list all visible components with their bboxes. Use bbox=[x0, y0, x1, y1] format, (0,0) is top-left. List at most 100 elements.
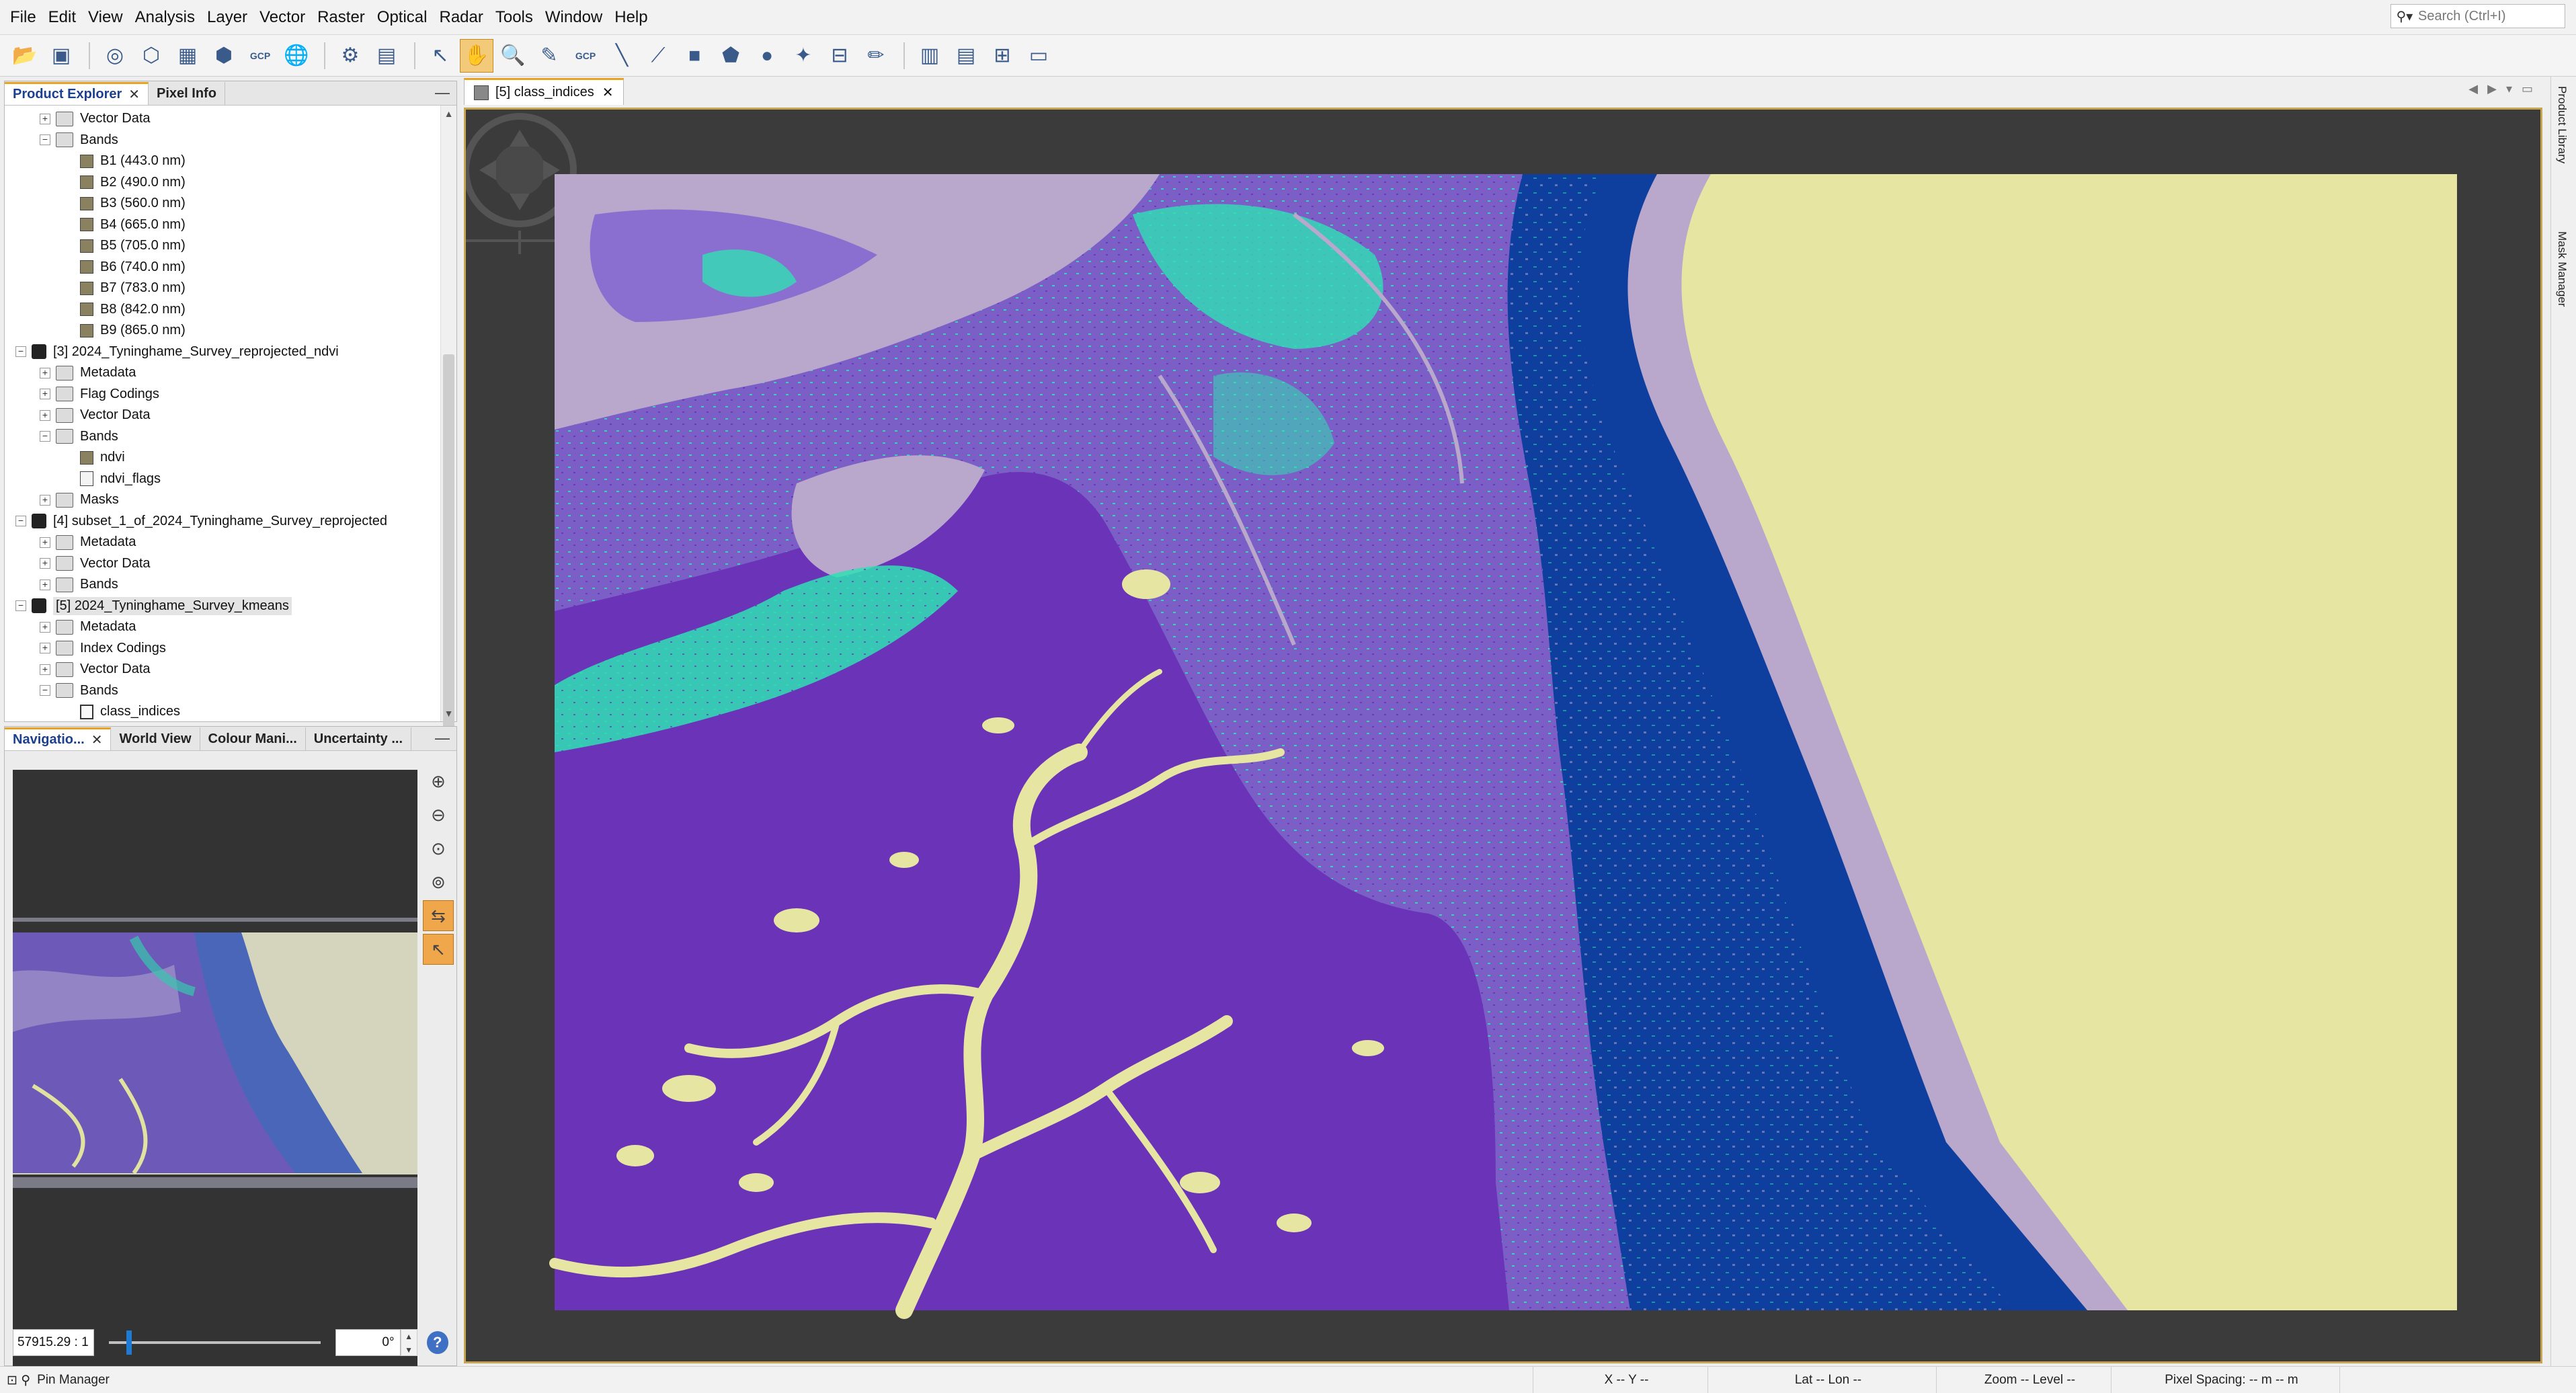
tab-pixel-info[interactable]: Pixel Info bbox=[149, 82, 225, 105]
measure-icon[interactable]: ✏ bbox=[859, 39, 893, 73]
tab-uncertainty[interactable]: Uncertainty ... bbox=[306, 727, 412, 750]
tab-product-library[interactable]: Product Library bbox=[2555, 86, 2569, 163]
tree-band-node[interactable]: B6 (740.0 nm) bbox=[5, 257, 440, 278]
close-icon[interactable]: ✕ bbox=[128, 86, 140, 103]
batch-processing-icon[interactable]: ▤ bbox=[370, 39, 403, 73]
tile-evenly-icon[interactable]: ⊞ bbox=[985, 39, 1019, 73]
tree-folder-node[interactable]: + Metadata bbox=[5, 362, 440, 384]
save-product-icon[interactable]: ▣ bbox=[44, 39, 78, 73]
tree-folder-node[interactable]: + Vector Data bbox=[5, 553, 440, 575]
menu-raster[interactable]: Raster bbox=[311, 0, 371, 35]
search-box[interactable]: ⚲▾ Search (Ctrl+I) bbox=[2390, 4, 2565, 28]
expand-icon[interactable]: + bbox=[40, 664, 50, 675]
collapse-icon[interactable]: − bbox=[40, 431, 50, 442]
tree-folder-node[interactable]: − Bands bbox=[5, 680, 440, 702]
minimize-icon[interactable]: — bbox=[435, 729, 450, 747]
collapse-icon[interactable]: − bbox=[15, 346, 26, 358]
pan-tool-icon[interactable]: ✋ bbox=[460, 38, 493, 73]
expand-icon[interactable]: + bbox=[40, 536, 50, 548]
zoom-pixel-icon[interactable]: ⊙ bbox=[423, 833, 454, 864]
tree-band-node[interactable]: B9 (865.0 nm) bbox=[5, 320, 440, 342]
pin-manager-button[interactable]: ⊡ ⚲ Pin Manager bbox=[0, 1367, 110, 1393]
tree-folder-node[interactable]: + Vector Data bbox=[5, 405, 440, 426]
tree-folder-node[interactable]: + Masks bbox=[5, 489, 440, 511]
minimize-icon[interactable]: — bbox=[435, 84, 450, 102]
menu-tools[interactable]: Tools bbox=[489, 0, 539, 35]
tab-mask-manager[interactable]: Mask Manager bbox=[2555, 231, 2569, 307]
tree-band-node[interactable]: ndvi_flags bbox=[5, 469, 440, 490]
menu-radar[interactable]: Radar bbox=[433, 0, 489, 35]
pin-layer-icon[interactable]: ⬢ bbox=[207, 39, 241, 73]
tree-band-node[interactable]: B8 (842.0 nm) bbox=[5, 299, 440, 321]
collapse-icon[interactable]: − bbox=[15, 600, 26, 612]
menu-layer[interactable]: Layer bbox=[201, 0, 253, 35]
close-icon[interactable]: ✕ bbox=[91, 731, 103, 748]
rectangle-tool-icon[interactable]: ■ bbox=[678, 39, 711, 73]
tile-horizontally-icon[interactable]: ▥ bbox=[913, 39, 947, 73]
tree-band-node[interactable]: class_indices bbox=[5, 701, 440, 721]
menu-analysis[interactable]: Analysis bbox=[129, 0, 201, 35]
tree-folder-node[interactable]: + Metadata bbox=[5, 616, 440, 638]
tree-band-node[interactable]: B1 (443.0 nm) bbox=[5, 151, 440, 172]
tree-scrollbar[interactable]: ▲ ▼ bbox=[440, 106, 456, 731]
close-icon[interactable]: ✕ bbox=[602, 84, 614, 101]
tree-folder-node[interactable]: + Vector Data bbox=[5, 659, 440, 680]
gcp-layer-icon[interactable]: GCP bbox=[243, 39, 277, 73]
rotation-angle-field[interactable]: 0° bbox=[335, 1329, 401, 1356]
expand-icon[interactable]: + bbox=[40, 494, 50, 506]
scroll-up-icon[interactable]: ▲ bbox=[441, 106, 456, 122]
zoom-all-icon[interactable]: ⊚ bbox=[423, 867, 454, 898]
tree-folder-node[interactable]: − Bands bbox=[5, 426, 440, 448]
tree-folder-node[interactable]: − Bands bbox=[5, 130, 440, 151]
band-maths-icon[interactable]: ◎ bbox=[98, 39, 132, 73]
tree-folder-node[interactable]: + Bands bbox=[5, 574, 440, 596]
tree-folder-node[interactable]: + Vector Data bbox=[5, 108, 440, 130]
tab-navigation[interactable]: Navigatio... ✕ bbox=[5, 727, 112, 750]
expand-icon[interactable]: + bbox=[40, 409, 50, 421]
tree-folder-node[interactable]: + Metadata bbox=[5, 532, 440, 553]
tree-folder-node[interactable]: + Flag Codings bbox=[5, 384, 440, 405]
expand-icon[interactable]: + bbox=[40, 113, 50, 124]
tab-product-explorer[interactable]: Product Explorer ✕ bbox=[5, 82, 149, 105]
document-tab-navigation[interactable]: ◀▶▾▭ bbox=[2468, 82, 2542, 96]
collapse-icon[interactable]: − bbox=[40, 685, 50, 696]
graticule-icon[interactable]: ▦ bbox=[171, 39, 204, 73]
expand-icon[interactable]: + bbox=[40, 643, 50, 654]
collapse-icon[interactable]: − bbox=[15, 516, 26, 527]
zoom-in-icon[interactable]: ⊕ bbox=[423, 766, 454, 797]
select-tool-icon[interactable]: ↖ bbox=[424, 39, 457, 73]
zoom-slider-knob[interactable] bbox=[126, 1330, 132, 1355]
rotation-spinner[interactable]: ▲ ▼ bbox=[400, 1329, 417, 1356]
expand-icon[interactable]: + bbox=[40, 367, 50, 379]
tree-band-node[interactable]: ndvi bbox=[5, 447, 440, 469]
menu-vector[interactable]: Vector bbox=[253, 0, 311, 35]
collapse-icon[interactable]: − bbox=[40, 134, 50, 146]
polygon-tool-icon[interactable]: ⬟ bbox=[714, 39, 748, 73]
tree-band-node[interactable]: B5 (705.0 nm) bbox=[5, 235, 440, 257]
expand-icon[interactable]: + bbox=[40, 558, 50, 569]
menu-window[interactable]: Window bbox=[539, 0, 608, 35]
scroll-down-icon[interactable]: ▼ bbox=[441, 705, 456, 721]
menu-optical[interactable]: Optical bbox=[371, 0, 434, 35]
gcp-placing-tool-icon[interactable]: GCP bbox=[569, 39, 602, 73]
line-drawing-tool-icon[interactable]: ╲ bbox=[605, 39, 639, 73]
tile-single-icon[interactable]: ▭ bbox=[1022, 39, 1055, 73]
tile-vertically-icon[interactable]: ▤ bbox=[949, 39, 983, 73]
menu-help[interactable]: Help bbox=[608, 0, 653, 35]
search-icon[interactable]: ⚲▾ bbox=[2391, 5, 2418, 28]
expand-icon[interactable]: + bbox=[40, 389, 50, 400]
ellipse-tool-icon[interactable]: ● bbox=[750, 39, 784, 73]
menu-file[interactable]: File bbox=[4, 0, 42, 35]
expand-icon[interactable]: + bbox=[40, 579, 50, 590]
world-map-icon[interactable]: 🌐 bbox=[280, 39, 313, 73]
magic-wand-icon[interactable]: ✦ bbox=[787, 39, 820, 73]
tab-world-view[interactable]: World View bbox=[111, 727, 200, 750]
tree-band-node[interactable]: B4 (665.0 nm) bbox=[5, 214, 440, 236]
help-icon[interactable]: ? bbox=[426, 1331, 449, 1354]
graph-builder-icon[interactable]: ⚙ bbox=[333, 39, 367, 73]
tree-band-node[interactable]: B7 (783.0 nm) bbox=[5, 278, 440, 299]
zoom-slider[interactable] bbox=[108, 1330, 321, 1355]
tab-colour-manipulation[interactable]: Colour Mani... bbox=[200, 727, 306, 750]
image-view[interactable] bbox=[464, 108, 2542, 1363]
tree-product-node[interactable]: − [3] 2024_Tyninghame_Survey_reprojected_… bbox=[5, 342, 440, 363]
